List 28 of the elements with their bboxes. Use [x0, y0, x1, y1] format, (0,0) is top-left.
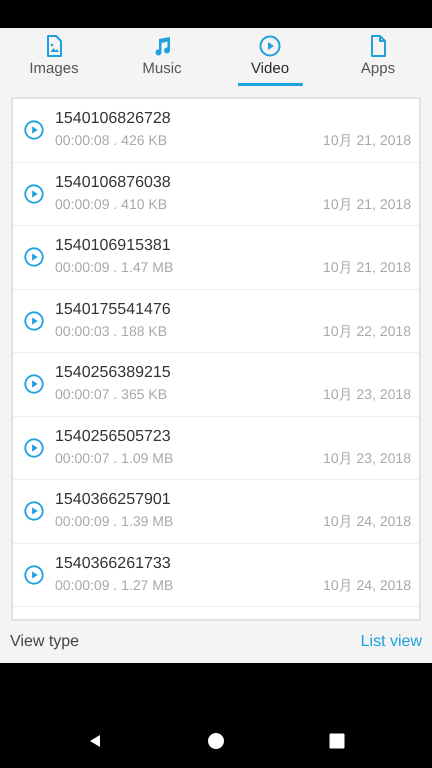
file-name[interactable]: 1540256389215 [55, 364, 171, 382]
file-details: 00:00:07 . 365 KB [55, 386, 168, 404]
file-details: 00:00:07 . 1.09 MB [55, 450, 174, 468]
file-date: 10月 21, 2018 [323, 132, 411, 150]
file-name[interactable]: 1540256505723 [55, 428, 171, 446]
file-date: 10月 23, 2018 [323, 450, 411, 468]
file-name[interactable]: 1540106876038 [55, 174, 171, 192]
tab[interactable]: Music [108, 28, 216, 88]
tab[interactable]: Apps [324, 28, 432, 88]
file-name[interactable]: 1540175541476 [55, 300, 171, 319]
file-date: 10月 21, 2018 [323, 196, 411, 214]
file-name[interactable]: 1540106826728 [55, 110, 171, 128]
file-name[interactable]: 1540366261733 [55, 554, 171, 573]
file-details: 00:00:03 . 188 KB [55, 322, 168, 341]
file-date: 10月 24, 2018 [323, 576, 411, 595]
tab[interactable]: Images [0, 28, 108, 88]
file-date: 10月 22, 2018 [323, 322, 411, 341]
file-name[interactable]: 1540106915381 [55, 237, 171, 256]
view-type-label: View type [10, 633, 80, 651]
file-details: 00:00:09 . 1.27 MB [55, 576, 174, 595]
file-date: 10月 21, 2018 [323, 259, 411, 278]
file-details: 00:00:09 . 1.39 MB [55, 513, 174, 532]
file-name[interactable]: 1540366257901 [55, 491, 171, 510]
file-details: 00:00:09 . 410 KB [55, 196, 168, 214]
file-date: 10月 24, 2018 [323, 513, 411, 532]
file-details: 00:00:09 . 1.47 MB [55, 259, 174, 278]
file-details: 00:00:08 . 426 KB [55, 132, 168, 150]
file-date: 10月 23, 2018 [323, 386, 411, 404]
